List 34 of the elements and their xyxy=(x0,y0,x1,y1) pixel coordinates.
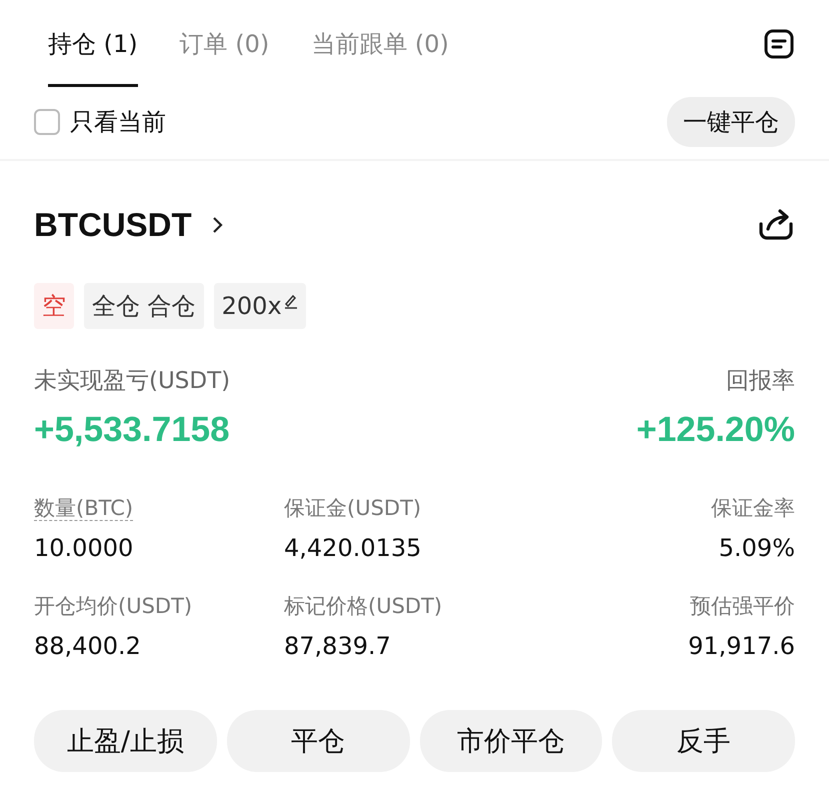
stat-label: 预估强平价 xyxy=(690,594,795,618)
leverage-tag[interactable]: 200x xyxy=(214,283,306,329)
document-icon[interactable] xyxy=(763,28,795,60)
stat-value: 10.0000 xyxy=(34,534,134,562)
pencil-icon[interactable] xyxy=(284,294,298,310)
roe-label: 回报率 xyxy=(725,367,795,396)
side-tag: 空 xyxy=(34,283,74,329)
symbol-link[interactable]: BTCUSDT xyxy=(34,206,192,244)
roe-value: +125.20% xyxy=(636,410,795,450)
pnl-value: +5,533.7158 xyxy=(34,410,230,450)
stat-value: 4,420.0135 xyxy=(284,534,422,562)
share-icon[interactable] xyxy=(757,208,795,242)
chevron-right-icon[interactable] xyxy=(212,216,224,234)
action-button[interactable]: 平仓 xyxy=(226,710,410,772)
filter-label: 只看当前 xyxy=(70,107,166,138)
close-all-button[interactable]: 一键平仓 xyxy=(667,97,795,147)
tab[interactable]: 持仓 (1) xyxy=(48,22,138,87)
action-button[interactable]: 市价平仓 xyxy=(420,710,602,772)
stat-value: 87,839.7 xyxy=(284,632,392,660)
stat-label: 保证金(USDT) xyxy=(284,496,422,520)
stat-label: 保证金率 xyxy=(711,496,795,520)
tab[interactable]: 订单 (0) xyxy=(180,22,270,87)
stat-value: 91,917.6 xyxy=(687,632,795,660)
stat-label: 开仓均价(USDT) xyxy=(34,594,192,618)
stat-label: 标记价格(USDT) xyxy=(284,594,442,618)
pnl-label: 未实现盈亏(USDT) xyxy=(34,367,230,396)
stat-value: 88,400.2 xyxy=(34,632,142,660)
tab[interactable]: 当前跟单 (0) xyxy=(311,22,449,87)
action-button[interactable]: 反手 xyxy=(612,710,795,772)
action-button[interactable]: 止盈/止损 xyxy=(34,710,217,772)
margin-mode-tag: 全仓 合仓 xyxy=(84,283,204,329)
stat-label: 数量(BTC) xyxy=(34,496,134,521)
stat-value: 5.09% xyxy=(718,534,795,562)
checkbox[interactable] xyxy=(34,109,60,135)
